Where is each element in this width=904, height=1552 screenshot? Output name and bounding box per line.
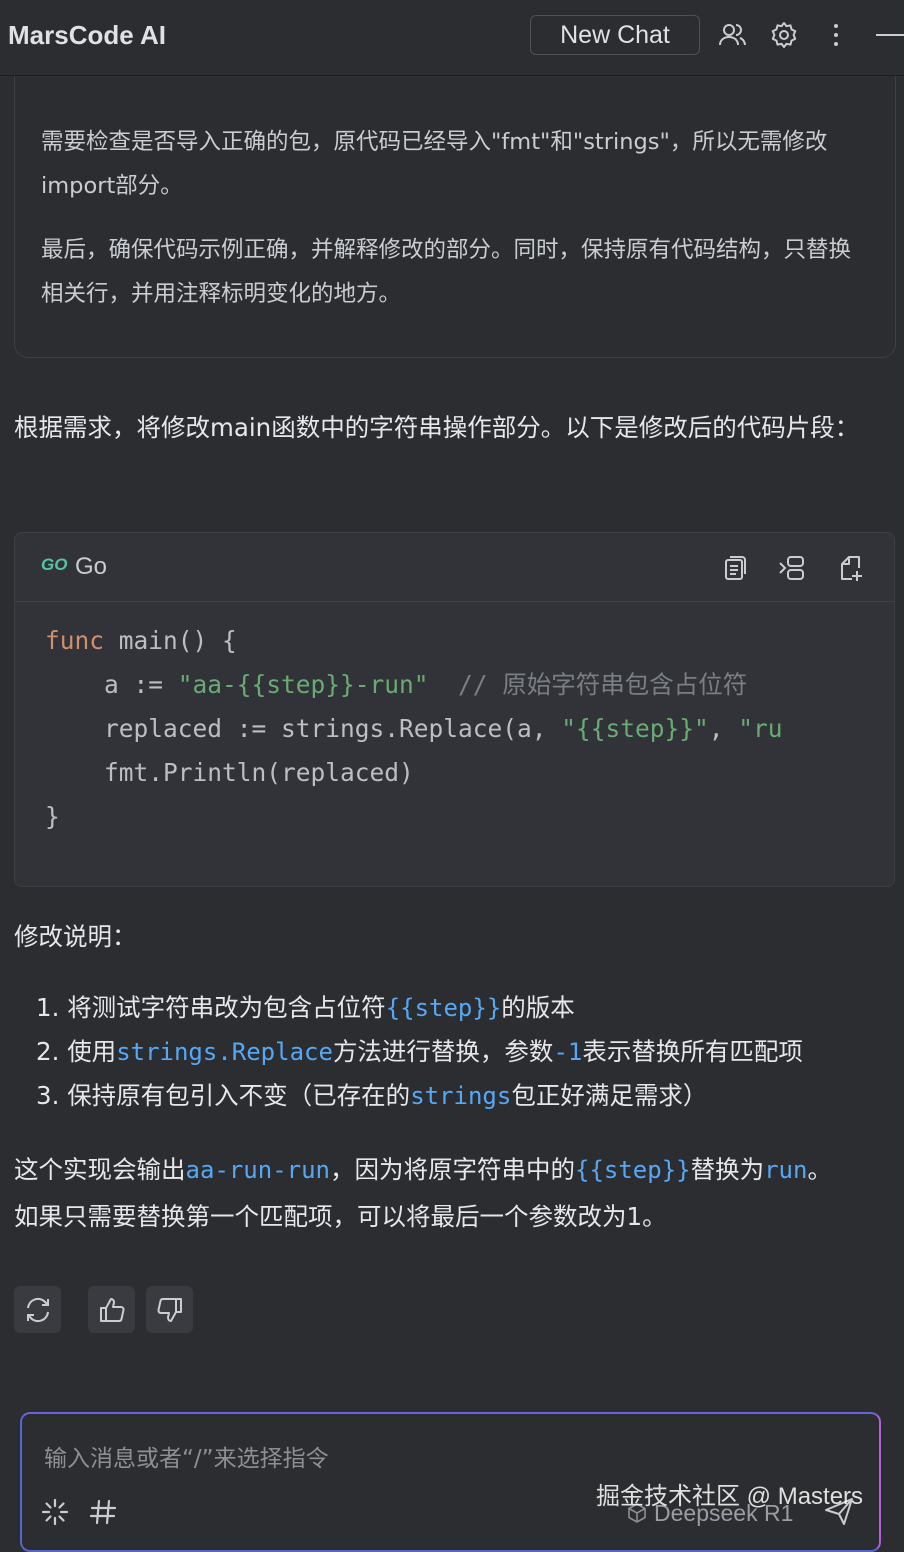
reasoning-paragraph: 最后，确保代码示例正确，并解释修改的部分。同时，保持原有代码结构，只替换相关行，… — [41, 237, 852, 307]
sparkle-icon[interactable] — [40, 1497, 70, 1527]
new-file-icon[interactable] — [837, 554, 865, 582]
insert-code-icon[interactable] — [778, 554, 806, 582]
reasoning-card: 需要检查是否导入正确的包，原代码已经导入"fmt"和"strings"，所以无需… — [14, 76, 896, 358]
code-block: GO Go func main() { a := "aa-{{step}}-ru… — [14, 532, 895, 887]
new-chat-button[interactable]: New Chat — [530, 15, 700, 55]
go-language-icon: GO — [41, 555, 68, 574]
code-line: a := "aa-{{step}}-run" // 原始字符串包含占位符 — [45, 670, 748, 699]
summary-line: 如果只需要替换第一个匹配项，可以将最后一个参数改为1。 — [14, 1202, 667, 1231]
more-vertical-icon[interactable] — [821, 20, 851, 50]
hashtag-icon[interactable] — [88, 1497, 118, 1527]
thumbs-up-button[interactable] — [88, 1286, 135, 1333]
code-language-label: Go — [75, 553, 108, 580]
code-block-header: GO Go — [15, 533, 894, 602]
app-title: MarsCode AI — [8, 20, 166, 50]
code-line: replaced := strings.Replace(a, "{{step}}… — [45, 714, 783, 743]
message-input-placeholder[interactable]: 输入消息或者“/”来选择指令 — [44, 1439, 329, 1473]
summary-line: 这个实现会输出aa-run-run，因为将原字符串中的{{step}}替换为ru… — [14, 1155, 832, 1184]
code-line: } — [45, 802, 60, 831]
explanation-title: 修改说明： — [14, 922, 137, 951]
explanation-list: 1. 将测试字符串改为包含占位符{{step}}的版本 2. 使用strings… — [36, 986, 803, 1118]
minimize-icon[interactable] — [873, 20, 904, 50]
list-item: 2. 使用strings.Replace方法进行替换，参数-1表示替换所有匹配项 — [36, 1037, 803, 1066]
thumbs-down-button[interactable] — [146, 1286, 193, 1333]
settings-gear-icon[interactable] — [769, 20, 799, 50]
watermark: 掘金技术社区 @ Masters — [596, 1483, 864, 1510]
thumbs-down-icon — [157, 1298, 182, 1322]
chat-header: MarsCode AI New Chat — [0, 0, 904, 76]
code-line: func main() { — [45, 626, 237, 655]
list-item: 1. 将测试字符串改为包含占位符{{step}}的版本 — [36, 993, 575, 1022]
code-line: fmt.Println(replaced) — [45, 758, 414, 787]
answer-intro: 根据需求，将修改main函数中的字符串操作部分。以下是修改后的代码片段： — [14, 413, 860, 442]
users-icon[interactable] — [717, 20, 747, 50]
refresh-icon — [27, 1297, 49, 1323]
code-content: func main() { a := "aa-{{step}}-run" // … — [45, 619, 783, 839]
regenerate-button[interactable] — [14, 1286, 61, 1333]
list-item: 3. 保持原有包引入不变（已存在的strings包正好满足需求） — [36, 1081, 708, 1110]
thumbs-up-icon — [100, 1298, 125, 1322]
copy-icon[interactable] — [720, 554, 748, 582]
reasoning-paragraph: 需要检查是否导入正确的包，原代码已经导入"fmt"和"strings"，所以无需… — [41, 129, 828, 199]
